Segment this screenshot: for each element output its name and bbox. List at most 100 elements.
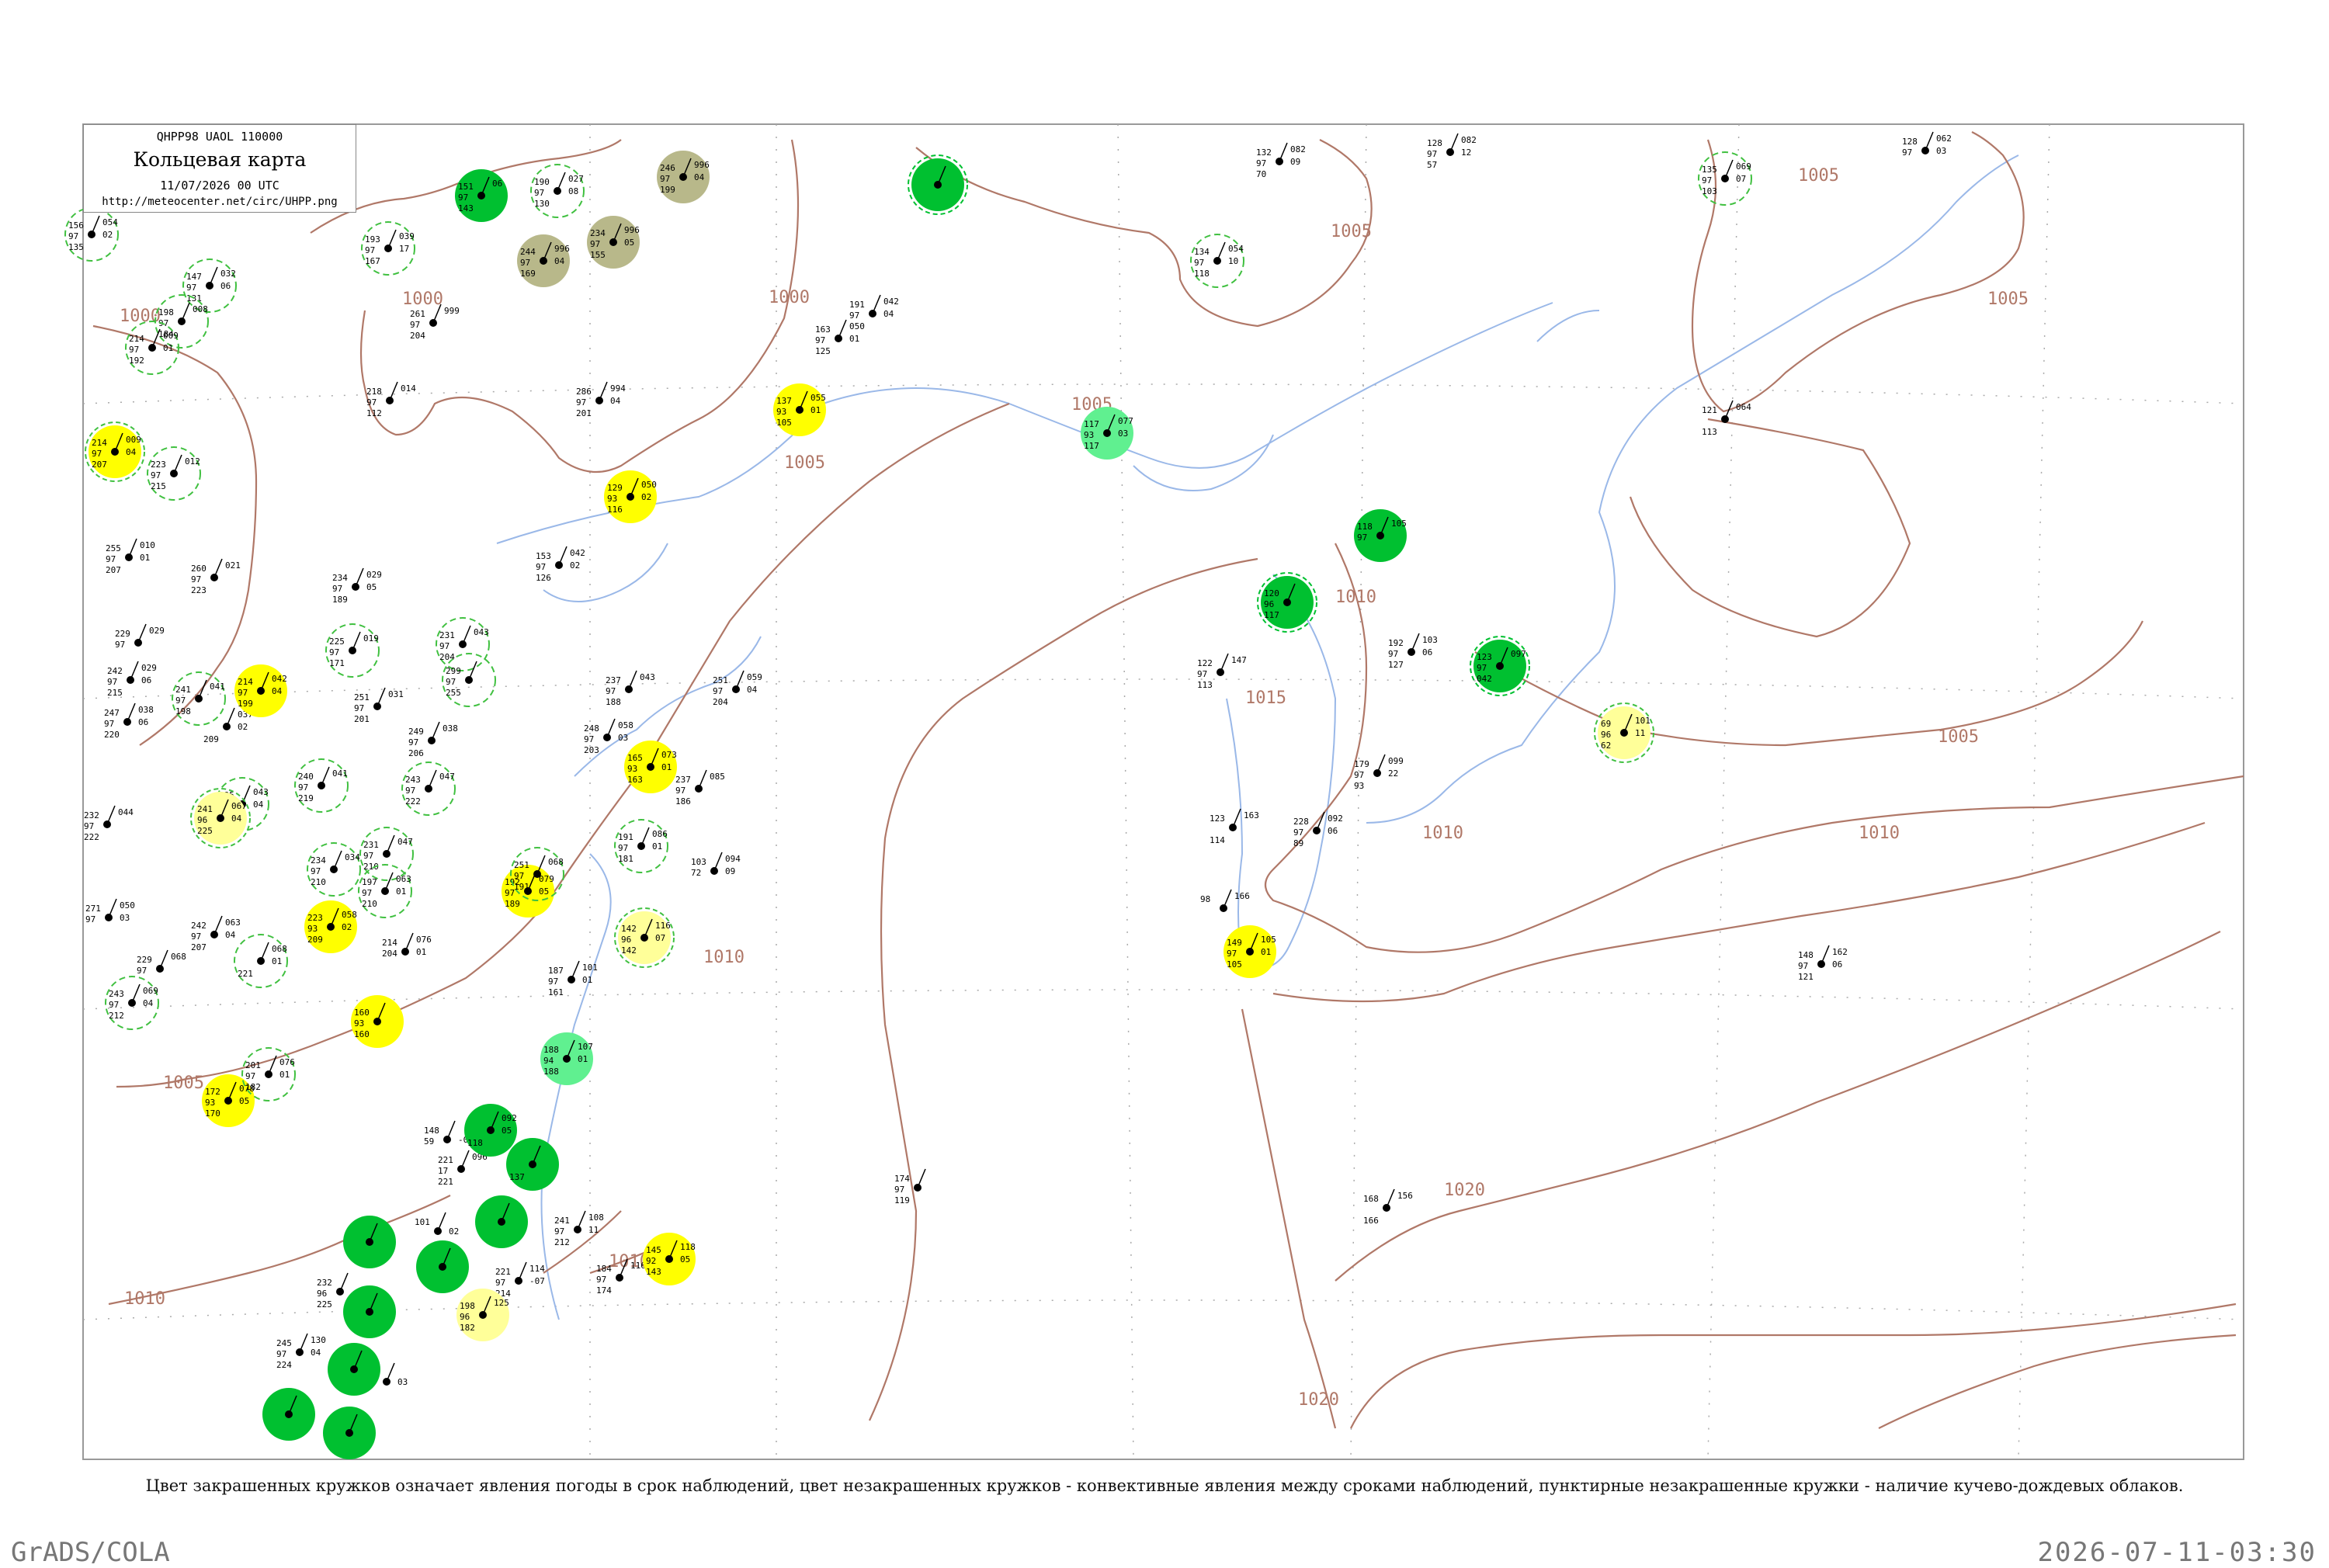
station-dewpoint-depression: 97 <box>1477 663 1487 673</box>
station-pressure-tendency: 22 <box>1388 768 1398 779</box>
station-dewpoint: 224 <box>276 1360 292 1370</box>
station[interactable] <box>323 1407 376 1459</box>
station[interactable]: 223 058 93 02 209 <box>304 900 357 953</box>
station[interactable]: 137 055 93 01 105 <box>773 383 826 436</box>
station-dewpoint-depression: 97 <box>175 696 186 706</box>
station-temperature: 242 <box>191 921 207 931</box>
station-temperature: 251 <box>713 675 728 685</box>
station-pressure: 114 <box>529 1264 545 1274</box>
station[interactable]: 198 125 96182 <box>456 1289 509 1341</box>
station-temperature: 163 <box>815 324 831 335</box>
station[interactable]: 246 996 97 04 199 <box>657 151 710 203</box>
station-dewpoint: 70 <box>1256 169 1266 179</box>
station[interactable]: 092 05 118 <box>464 1104 517 1157</box>
station-pressure: 039 <box>399 231 415 241</box>
station[interactable]: 214 042 97 04 199 <box>234 664 287 717</box>
station[interactable]: 244 996 97 04 169 <box>517 234 570 287</box>
station-pressure: 009 <box>126 435 141 445</box>
station-pressure-tendency: 06 <box>1328 826 1338 836</box>
station-pressure-tendency: 02 <box>449 1226 459 1237</box>
station-pressure: 009 <box>163 331 179 341</box>
station-pressure-tendency: 04 <box>883 309 894 319</box>
station-pressure: 996 <box>554 244 570 254</box>
station-dewpoint-depression: 97 <box>1227 949 1237 959</box>
station-pressure: 042 <box>272 674 287 684</box>
station-dewpoint: 163 <box>627 775 643 785</box>
station-dewpoint-depression: 97 <box>458 193 468 203</box>
station-pressure-tendency: 01 <box>272 956 282 966</box>
station-dewpoint-depression: 97 <box>849 310 859 321</box>
station-temperature: 231 <box>439 630 455 640</box>
station-temperature: 192 <box>1388 638 1404 648</box>
station[interactable]: 117 077 93 03 117 <box>1081 407 1133 460</box>
station[interactable]: 165 073 93 01 163 <box>624 741 677 793</box>
station[interactable]: 118 105 97 <box>1354 509 1407 562</box>
station-dewpoint: 169 <box>520 269 536 279</box>
station-dewpoint: 182 <box>460 1323 475 1333</box>
station[interactable]: 129 050 93 02 116 <box>604 470 657 523</box>
station-dewpoint: 116 <box>607 505 623 515</box>
station-pressure-tendency: 12 <box>1461 147 1471 158</box>
station-temperature: 165 <box>627 753 643 763</box>
station-dewpoint-depression: 92 <box>646 1256 656 1266</box>
station-temperature: 255 <box>106 543 121 553</box>
station-pressure: 047 <box>397 837 413 847</box>
station-dewpoint-depression: 97 <box>191 931 201 942</box>
station-dewpoint: 127 <box>1388 660 1404 670</box>
station-dewpoint-depression: 97 <box>298 782 308 793</box>
station-pressure: 032 <box>220 269 236 279</box>
station-pressure: 086 <box>652 829 668 839</box>
station-dewpoint: 255 <box>446 688 461 698</box>
station-temperature: 103 <box>691 857 706 867</box>
station[interactable]: 151 06 97143 <box>455 169 508 222</box>
station-dewpoint-depression: 97 <box>514 871 524 881</box>
station[interactable]: 16093160 <box>351 995 404 1048</box>
station-pressure-tendency: 05 <box>680 1254 690 1264</box>
station[interactable] <box>416 1240 469 1293</box>
station-dewpoint-depression: 97 <box>713 686 723 696</box>
station-pressure: 064 <box>1736 402 1751 412</box>
station-dewpoint: 112 <box>366 408 382 418</box>
station-dewpoint: 201 <box>354 714 370 724</box>
station-pressure: 162 <box>1832 947 1848 957</box>
source-url[interactable]: http://meteocenter.net/circ/UHPP.png <box>84 196 356 208</box>
station-pressure-tendency: 04 <box>610 396 621 406</box>
station[interactable] <box>343 1285 396 1338</box>
station[interactable]: 234 996 97 05 155 <box>587 216 640 269</box>
station-pressure: 094 <box>725 854 741 864</box>
station-dewpoint-depression: 97 <box>1256 158 1266 168</box>
station-dewpoint: 209 <box>203 734 219 744</box>
isobar-label: 1000 <box>769 288 810 307</box>
station[interactable]: 149 10597 01105 <box>1224 925 1276 978</box>
station[interactable] <box>262 1388 315 1441</box>
bulletin-header: QHPP98 UAOL 110000 <box>156 130 283 144</box>
station-dewpoint-depression: 93 <box>607 494 617 504</box>
station-pressure-tendency: 01 <box>279 1070 290 1080</box>
station-pressure: 068 <box>272 944 287 954</box>
station-temperature: 128 <box>1902 137 1918 147</box>
station-dewpoint-depression: 97 <box>92 449 102 459</box>
station-dewpoint: 113 <box>1197 680 1213 690</box>
station-dewpoint: 137 <box>509 1172 525 1182</box>
station-temperature: 122 <box>1197 658 1213 668</box>
station-dewpoint-depression: 96 <box>621 935 631 945</box>
station-pressure-tendency: 01 <box>578 1054 588 1064</box>
station[interactable]: 145 118 92 05 143 <box>643 1233 696 1285</box>
station-pressure: 077 <box>1118 416 1133 426</box>
station[interactable]: 188 107 94 01 188 <box>540 1032 593 1085</box>
station-dewpoint: 191 <box>514 882 529 892</box>
station-dewpoint-depression: 96 <box>1264 599 1274 609</box>
station-temperature: 151 <box>458 182 474 192</box>
station[interactable]: 137 <box>506 1138 559 1191</box>
station-dewpoint: 212 <box>109 1011 124 1021</box>
station[interactable] <box>475 1195 528 1248</box>
observation-datetime: 11/07/2026 00 UTC <box>160 179 279 193</box>
station-pressure-tendency: 04 <box>694 172 705 182</box>
station[interactable] <box>343 1216 396 1268</box>
station[interactable] <box>328 1343 380 1396</box>
station-dewpoint-depression: 97 <box>446 677 456 687</box>
station-pressure: 130 <box>311 1335 326 1345</box>
station-dewpoint-depression: 97 <box>1427 149 1437 159</box>
station-dewpoint: 160 <box>354 1029 370 1039</box>
station-dewpoint: 113 <box>1702 427 1717 437</box>
